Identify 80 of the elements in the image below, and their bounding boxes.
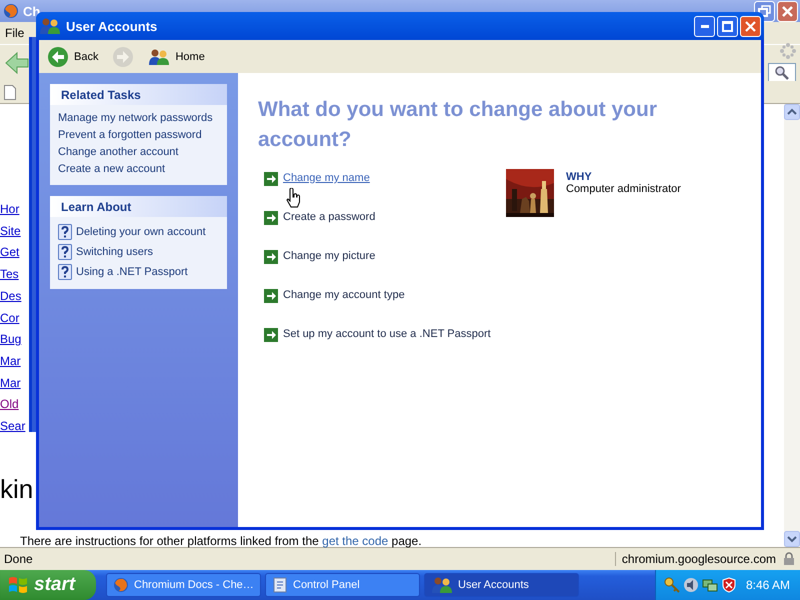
maximize-icon — [722, 20, 733, 32]
network-icon[interactable] — [702, 577, 718, 593]
panel-icon — [272, 577, 288, 593]
taskbar-button[interactable]: User Accounts — [424, 573, 579, 597]
users-icon — [148, 48, 170, 66]
home-button[interactable]: Home — [144, 48, 209, 66]
minimize-icon — [700, 24, 708, 28]
forward-icon — [112, 46, 134, 68]
throbber-icon — [780, 43, 796, 59]
arrow-icon — [264, 328, 278, 342]
link[interactable]: Mar — [0, 350, 26, 373]
help-icon — [58, 244, 72, 260]
link[interactable]: Old — [0, 394, 26, 416]
key-icon[interactable] — [664, 577, 680, 593]
link[interactable]: Hor — [0, 199, 26, 221]
link[interactable]: Get — [0, 242, 26, 264]
arrow-icon — [264, 250, 278, 264]
action-link[interactable]: Create a password — [283, 208, 376, 227]
link[interactable]: Des — [0, 286, 26, 308]
task-link[interactable]: Prevent a forgotten password — [58, 127, 219, 144]
start-button[interactable]: start — [0, 570, 96, 600]
panel-title: Learn About — [50, 196, 227, 217]
speaker-icon[interactable] — [683, 577, 699, 593]
scroll-up-icon — [784, 104, 800, 120]
menu-item[interactable]: File — [5, 26, 24, 40]
status-domain: chromium.googlesource.com — [614, 552, 782, 566]
help-link[interactable]: Switching users — [76, 242, 154, 262]
status-text: Done — [4, 552, 33, 566]
clock: 8:46 AM — [746, 578, 791, 592]
close-button[interactable] — [777, 0, 798, 22]
hand-cursor-icon — [286, 188, 300, 208]
shield-icon[interactable] — [721, 577, 737, 593]
account-type: Computer administrator — [566, 183, 681, 195]
globe-icon — [3, 3, 19, 19]
search-field[interactable] — [768, 63, 796, 83]
scroll-down-icon — [784, 531, 800, 547]
account-name: WHY — [566, 171, 593, 183]
taskbar-button[interactable]: Chromium Docs - Che… — [106, 573, 261, 597]
page-icon — [4, 84, 16, 100]
action-link[interactable]: Change my name — [283, 169, 370, 188]
globe-icon — [113, 577, 129, 593]
users-icon — [39, 17, 61, 35]
help-link[interactable]: Using a .NET Passport — [76, 262, 188, 282]
paragraph: There are instructions for other platforms linked from the get the code page. — [20, 535, 422, 548]
lock-icon — [782, 552, 796, 566]
window-title: User Accounts — [66, 18, 158, 34]
page-heading: What do you want to change about your account? — [258, 97, 658, 153]
close-button[interactable] — [740, 16, 761, 36]
task-link[interactable]: Create a new account — [58, 161, 219, 178]
arrow-icon — [264, 210, 278, 224]
link[interactable]: Site — [0, 220, 26, 242]
arrow-icon — [264, 172, 278, 186]
help-icon — [58, 224, 72, 240]
search-icon — [774, 65, 790, 81]
close-icon — [745, 20, 756, 32]
help-link[interactable]: Deleting your own account — [76, 222, 206, 242]
action-link[interactable]: Change my account type — [283, 286, 405, 305]
back-arrow-icon[interactable] — [4, 50, 30, 76]
scrollbar[interactable] — [784, 104, 800, 547]
link[interactable]: Tes — [0, 264, 26, 286]
action-link[interactable]: Change my picture — [283, 247, 376, 266]
link[interactable]: Sear — [0, 416, 26, 438]
arrow-icon — [264, 288, 278, 302]
back-icon — [47, 46, 69, 68]
help-icon — [58, 264, 72, 280]
minimize-button[interactable] — [694, 16, 715, 36]
windows-logo-icon — [8, 575, 28, 595]
link[interactable]: Cor — [0, 308, 26, 330]
link[interactable]: Mar — [0, 372, 26, 394]
page-heading: kin — [0, 474, 34, 505]
link[interactable]: get the code — [322, 534, 388, 548]
link[interactable]: Bug — [0, 329, 26, 351]
task-link[interactable]: Change another account — [58, 144, 219, 161]
maximize-button[interactable] — [717, 16, 738, 36]
action-link[interactable]: Set up my account to use a .NET Passport — [283, 325, 491, 344]
task-link[interactable]: Manage my network passwords — [58, 110, 219, 127]
panel-title: Related Tasks — [50, 84, 227, 105]
back-button[interactable]: Back — [43, 46, 102, 68]
taskbar-button[interactable]: Control Panel — [265, 573, 420, 597]
users-icon — [431, 576, 453, 594]
